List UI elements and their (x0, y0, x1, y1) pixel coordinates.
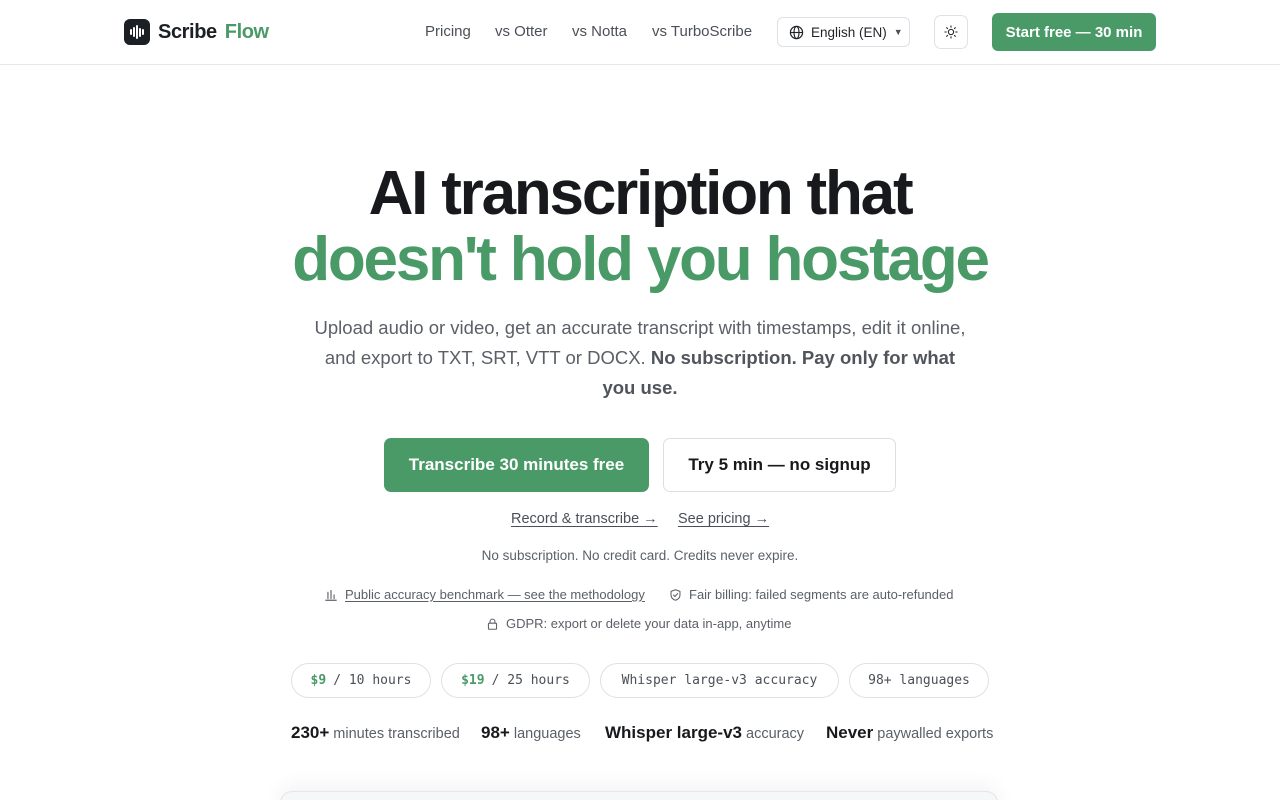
try-no-signup-button[interactable]: Try 5 min — no signup (663, 438, 896, 492)
theme-toggle-button[interactable] (934, 15, 968, 49)
chevron-down-icon: ▼ (893, 27, 903, 37)
stat-exports: Never paywalled exports (826, 723, 994, 742)
globe-icon (789, 25, 804, 39)
nav-link-vs-turboscribe[interactable]: vs TurboScribe (652, 22, 752, 42)
start-free-button[interactable]: Start free — 30 min (992, 13, 1156, 51)
shield-check-icon (670, 589, 681, 601)
language-select[interactable]: English (EN) ▼ (777, 17, 910, 47)
pricing-pill-9: $9/ 10 hours (291, 663, 431, 698)
site-header: Scribe Flow Pricing vs Otter vs Notta vs … (0, 0, 1280, 65)
language-label: English (EN) (811, 24, 887, 40)
hero-subtitle-emphasis: No subscription. Pay only for what you u… (602, 347, 956, 398)
transcribe-free-button[interactable]: Transcribe 30 minutes free (384, 438, 649, 492)
stat-minutes: 230+ minutes transcribed (291, 723, 460, 742)
see-pricing-link[interactable]: See pricing → (678, 510, 769, 528)
hero-title-line2: doesn't hold you hostage (292, 225, 990, 294)
record-transcribe-link[interactable]: Record & transcribe → (511, 510, 658, 528)
fair-billing-badge: Fair billing: failed segments are auto-r… (669, 587, 953, 603)
languages-pill: 98+ languages (849, 663, 989, 698)
stat-accuracy: Whisper large-v3 accuracy (605, 723, 805, 742)
brand-name: Scribe Flow (158, 21, 269, 43)
accuracy-pill: Whisper large-v3 accuracy (600, 663, 839, 698)
pricing-pill-19: $19/ 25 hours (441, 663, 590, 698)
benchmark-link[interactable]: Public accuracy benchmark — see the meth… (345, 587, 645, 603)
nav-link-pricing[interactable]: Pricing (425, 22, 471, 42)
app-preview-card (280, 791, 998, 800)
logo-link[interactable]: Scribe Flow (124, 19, 269, 45)
gdpr-text: GDPR: export or delete your data in-app,… (506, 616, 792, 631)
benchmark-badge[interactable]: Public accuracy benchmark — see the meth… (324, 587, 645, 603)
hero-subtitle: Upload audio or video, get an accurate t… (314, 317, 966, 398)
hero-title-line1: AI transcription that (368, 159, 914, 228)
nav-link-vs-otter[interactable]: vs Otter (495, 22, 548, 42)
nav-link-vs-notta[interactable]: vs Notta (572, 22, 627, 42)
waveform-icon (124, 19, 150, 45)
fair-billing-text: Fair billing: failed segments are auto-r… (689, 587, 954, 602)
bar-chart-icon (325, 590, 337, 601)
gdpr-badge: GDPR: export or delete your data in-app,… (486, 616, 791, 632)
lock-icon (487, 618, 498, 630)
stat-languages: 98+ languages (481, 723, 581, 742)
no-subscription-note: No subscription. No credit card. Credits… (481, 548, 799, 563)
sun-icon (944, 25, 958, 39)
